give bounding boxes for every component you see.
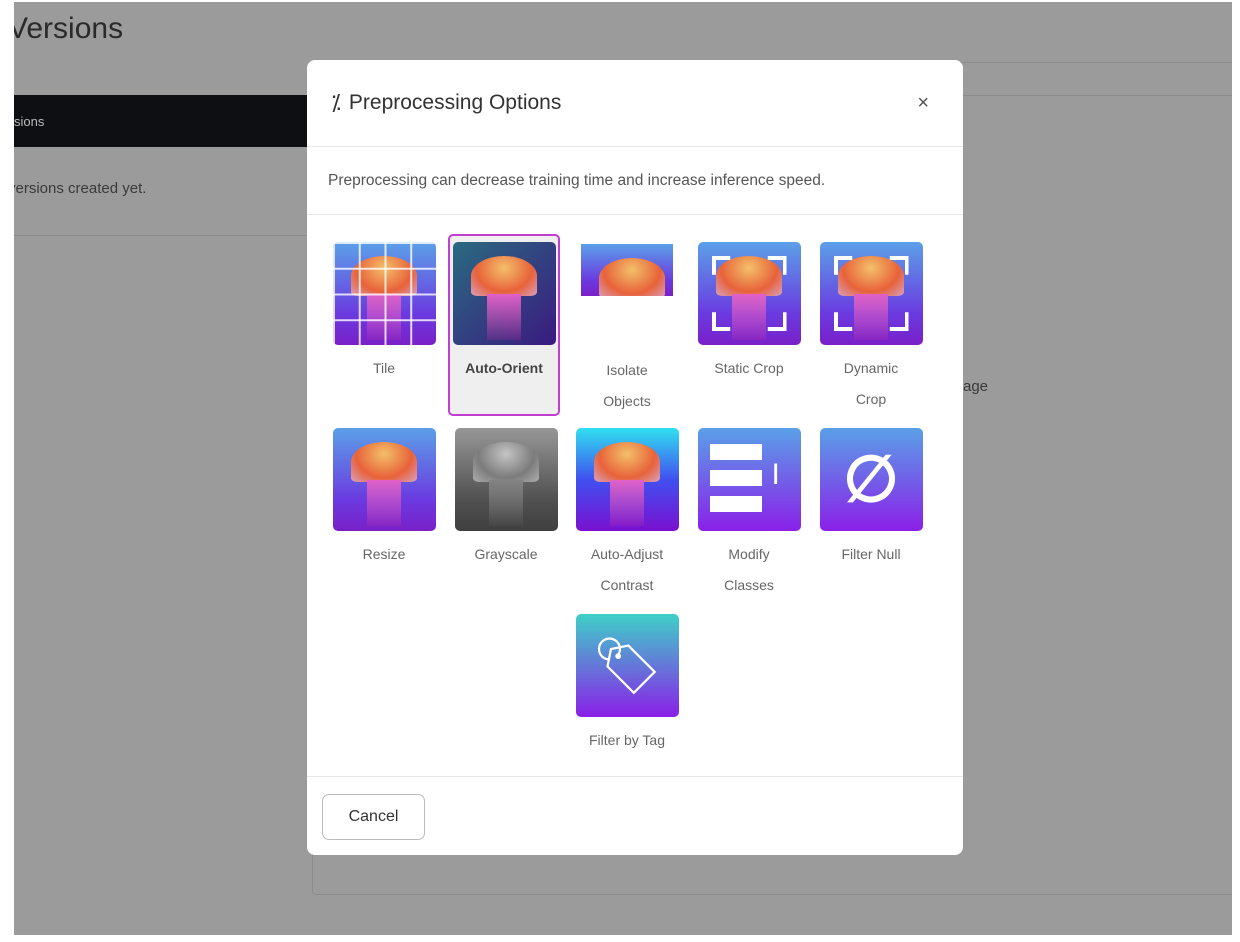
dynamic-crop-icon	[819, 242, 923, 345]
isolate-objects-icon	[581, 244, 673, 296]
option-dynamic-crop[interactable]: Dynamic Crop	[815, 236, 927, 415]
options-grid: Tile Auto-Orient Isolate Objects Static Cro…	[307, 215, 963, 775]
modal-title: Preprocessing Options	[348, 91, 562, 114]
close-icon[interactable]: ×	[917, 92, 929, 115]
divider	[963, 95, 1232, 96]
option-filter-null[interactable]: ∅ Filter Null	[815, 422, 927, 570]
option-modify-classes[interactable]: I Modify Classes	[693, 422, 805, 601]
option-label: Static Crop	[714, 360, 784, 376]
option-auto-orient[interactable]: Auto-Orient	[448, 234, 560, 416]
modal-description: Preprocessing can decrease training time…	[307, 147, 963, 215]
cancel-button[interactable]: Cancel	[322, 794, 425, 840]
option-label: Modify Classes	[724, 546, 774, 593]
modify-classes-icon: I	[697, 428, 801, 531]
auto-adjust-contrast-icon	[575, 428, 679, 531]
option-isolate-objects[interactable]: Isolate Objects	[571, 236, 683, 417]
option-label: Tile	[372, 360, 396, 376]
filter-null-icon: ∅	[819, 428, 923, 531]
empty-versions-text: versions created yet.	[14, 180, 147, 197]
versions-tab[interactable]: sions	[14, 95, 314, 147]
option-label: Auto-Adjust Contrast	[590, 546, 664, 593]
option-label: Auto-Orient	[465, 360, 543, 376]
option-label: Resize	[362, 546, 406, 562]
option-label: Dynamic Crop	[843, 360, 899, 407]
filter-by-tag-icon: 🏷	[575, 614, 679, 717]
divider	[14, 235, 307, 236]
preprocessing-modal: ⁒ Preprocessing Options × Preprocessing …	[307, 60, 963, 855]
tile-icon	[332, 242, 436, 345]
magic-wand-icon: ⁒	[331, 90, 341, 115]
option-auto-adjust-contrast[interactable]: Auto-Adjust Contrast	[571, 422, 683, 601]
panel-text: age	[963, 378, 989, 395]
grayscale-icon	[454, 428, 558, 531]
modal-footer: Cancel	[307, 776, 963, 855]
static-crop-icon	[697, 242, 801, 345]
option-label: Grayscale	[474, 546, 538, 562]
page-title: Versions	[14, 12, 124, 45]
option-label: Isolate Objects	[603, 362, 651, 409]
resize-icon	[332, 428, 436, 531]
option-label: Filter Null	[841, 546, 901, 562]
option-resize[interactable]: Resize	[328, 422, 440, 570]
option-tile[interactable]: Tile	[328, 236, 440, 384]
option-grayscale[interactable]: Grayscale	[450, 422, 562, 570]
modal-header: ⁒ Preprocessing Options ×	[307, 60, 963, 147]
option-static-crop[interactable]: Static Crop	[693, 236, 805, 384]
auto-orient-icon	[452, 242, 556, 345]
option-filter-by-tag[interactable]: 🏷 Filter by Tag	[571, 608, 683, 756]
option-label: Filter by Tag	[589, 732, 665, 748]
